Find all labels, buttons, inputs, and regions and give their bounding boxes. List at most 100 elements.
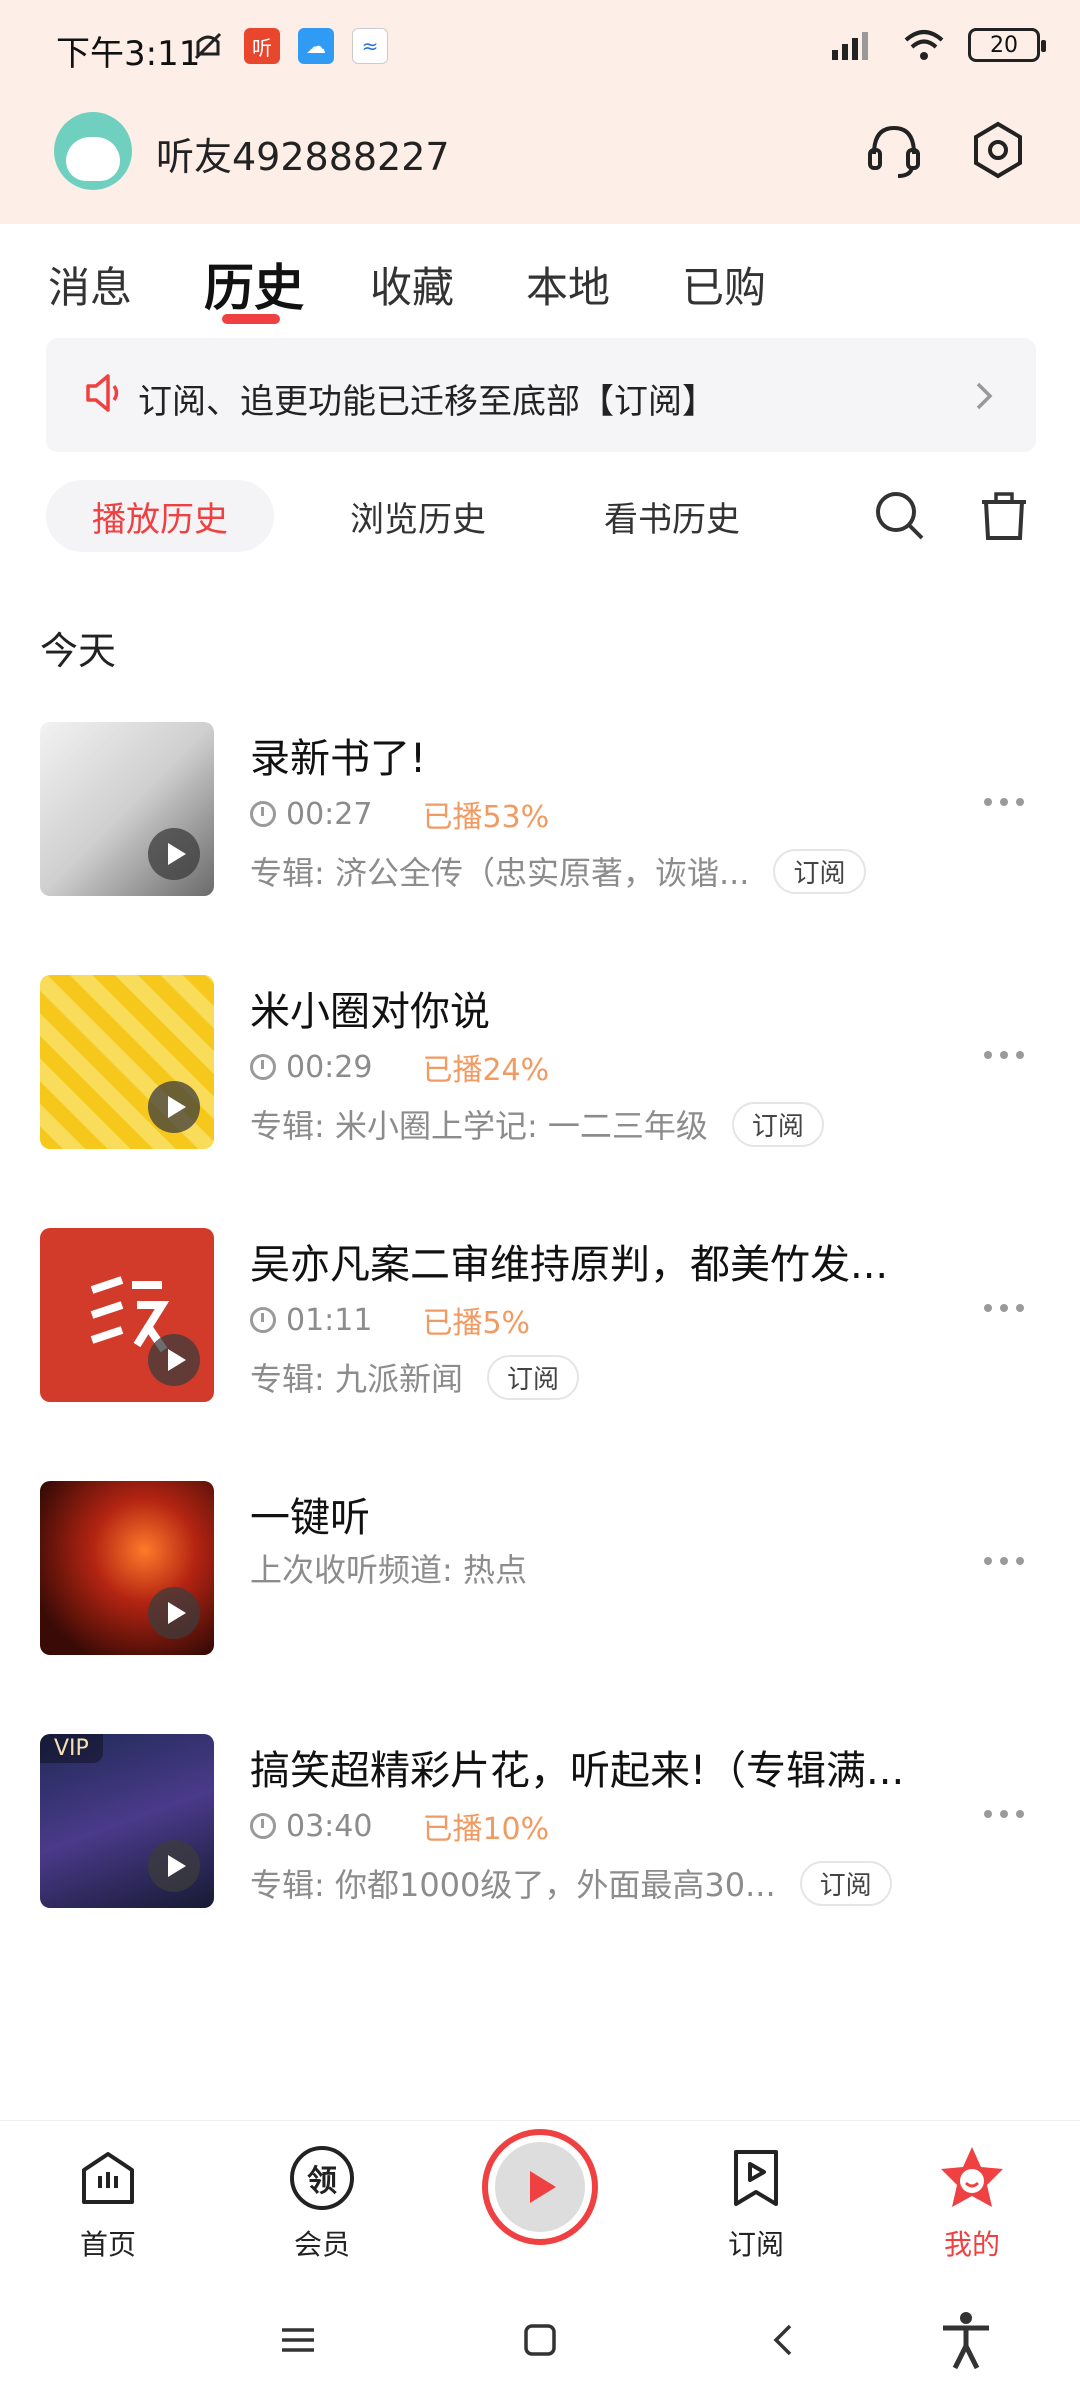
back-icon[interactable] (754, 2310, 814, 2370)
filter-book-history[interactable]: 看书历史 (558, 480, 786, 552)
item-album-name: 专辑: 济公全传（忠实原著，诙谐... (250, 854, 750, 892)
item-progress: 已播10% (422, 1812, 550, 1847)
system-navigation (0, 2280, 1080, 2400)
item-title: 录新书了! (250, 736, 427, 782)
main-tabs: 消息 历史 收藏 本地 已购 (0, 224, 1080, 334)
tab-messages[interactable]: 消息 (48, 254, 132, 315)
play-icon[interactable] (148, 1081, 200, 1133)
username[interactable]: 听友492888227 (156, 126, 450, 181)
item-meta: 00:27 已播53% (250, 792, 549, 836)
profile-header: 听友492888227 (0, 100, 1080, 224)
tab-purchased[interactable]: 已购 (682, 254, 766, 315)
home-button-icon[interactable] (510, 2310, 570, 2370)
subscribe-button[interactable]: 订阅 (799, 1860, 892, 1906)
wifi-icon (904, 30, 944, 60)
album-cover (40, 1228, 214, 1402)
list-item[interactable]: 吴亦凡案二审维持原判，都美竹发... 01:11 已播5% 专辑: 九派新闻 订… (0, 1228, 1080, 1404)
more-icon[interactable] (984, 1810, 1024, 1818)
mute-icon (194, 32, 222, 60)
home-icon (73, 2143, 143, 2213)
more-icon[interactable] (984, 1304, 1024, 1312)
clock-icon (250, 1054, 276, 1080)
trash-icon[interactable] (976, 488, 1032, 544)
mine-icon (937, 2143, 1007, 2213)
album-cover (40, 975, 214, 1149)
list-item[interactable]: 米小圈对你说 00:29 已播24% 专辑: 米小圈上学记: 一二三年级 订阅 (0, 975, 1080, 1151)
play-icon[interactable] (148, 828, 200, 880)
nav-subscribe[interactable]: 订阅 (696, 2143, 816, 2263)
album-cover (40, 1481, 214, 1655)
active-tab-indicator (222, 314, 280, 324)
menu-icon[interactable] (268, 2310, 328, 2370)
section-title-today: 今天 (40, 629, 117, 673)
vip-coupon-icon: 领 (287, 2143, 357, 2213)
tab-history[interactable]: 历史 (204, 248, 304, 320)
tab-favorites[interactable]: 收藏 (370, 254, 454, 315)
subscribe-button[interactable]: 订阅 (773, 848, 866, 894)
item-last-channel: 上次收听频道: 热点 (250, 1551, 527, 1589)
nav-mine[interactable]: 我的 (912, 2143, 1032, 2263)
nav-home-label: 首页 (79, 2228, 136, 2261)
nav-mine-label: 我的 (943, 2228, 1000, 2261)
item-duration: 00:29 (286, 1049, 373, 1085)
item-meta: 03:40 已播10% (250, 1804, 549, 1848)
play-icon[interactable] (148, 1334, 200, 1386)
play-icon[interactable] (148, 1840, 200, 1892)
vip-badge: VIP (40, 1734, 103, 1763)
avatar[interactable] (54, 112, 132, 190)
list-item[interactable]: VIP 搞笑超精彩片花，听起来!（专辑满... 03:40 已播10% 专辑: … (0, 1734, 1080, 1910)
subscribe-button[interactable]: 订阅 (486, 1354, 579, 1400)
notice-banner[interactable]: 订阅、追更功能已迁移至底部【订阅】 (46, 338, 1036, 452)
app-notification-icon-2: ≈ (352, 28, 388, 64)
play-icon (530, 2171, 556, 2203)
now-playing-button[interactable] (482, 2129, 598, 2245)
app-notification-icon: 听 (244, 28, 280, 64)
nav-vip[interactable]: 领 会员 (262, 2143, 382, 2263)
clock-icon (250, 1307, 276, 1333)
filter-play-history[interactable]: 播放历史 (46, 480, 274, 552)
item-duration: 00:27 (286, 796, 373, 832)
signal-icon (832, 32, 868, 60)
subscribe-button[interactable]: 订阅 (731, 1101, 824, 1147)
bottom-navigation: 首页 领 会员 订阅 我的 (0, 2120, 1080, 2270)
nav-vip-label: 会员 (293, 2228, 350, 2261)
status-right: 20 (826, 28, 1046, 62)
settings-icon[interactable] (962, 114, 1034, 186)
clock-icon (250, 1813, 276, 1839)
more-icon[interactable] (984, 1051, 1024, 1059)
item-album: 专辑: 你都1000级了，外面最高30... 订阅 (250, 1860, 892, 1906)
item-title: 搞笑超精彩片花，听起来!（专辑满... (250, 1748, 905, 1794)
item-progress: 已播24% (422, 1053, 550, 1088)
nav-home[interactable]: 首页 (48, 2143, 168, 2263)
clock-icon (250, 801, 276, 827)
item-meta: 上次收听频道: 热点 (250, 1545, 527, 1591)
item-progress: 已播5% (422, 1306, 531, 1341)
item-album: 专辑: 九派新闻 订阅 (250, 1354, 579, 1400)
nav-subscribe-label: 订阅 (727, 2228, 784, 2261)
status-notification-icons: 听 ☁ ≈ (190, 28, 388, 64)
tab-local[interactable]: 本地 (526, 254, 610, 315)
more-icon[interactable] (984, 798, 1024, 806)
item-album: 专辑: 济公全传（忠实原著，诙谐... 订阅 (250, 848, 866, 894)
item-duration: 01:11 (286, 1302, 373, 1338)
history-filter: 播放历史 浏览历史 看书历史 (0, 480, 1080, 554)
headset-icon[interactable] (858, 114, 930, 186)
bookmark-play-icon (721, 2143, 791, 2213)
list-item[interactable]: 录新书了! 00:27 已播53% 专辑: 济公全传（忠实原著，诙谐... 订阅 (0, 722, 1080, 898)
notice-text: 订阅、追更功能已迁移至底部【订阅】 (138, 382, 716, 422)
filter-browse-history[interactable]: 浏览历史 (304, 480, 532, 552)
accessibility-icon[interactable] (936, 2310, 996, 2370)
album-cover: VIP (40, 1734, 214, 1908)
item-title: 米小圈对你说 (250, 989, 490, 1035)
play-icon[interactable] (148, 1587, 200, 1639)
cloud-icon: ☁ (298, 28, 334, 64)
item-title: 一键听 (250, 1495, 370, 1541)
status-bar: 下午3:11 听 ☁ ≈ 20 (0, 0, 1080, 100)
item-meta: 00:29 已播24% (250, 1045, 549, 1089)
battery-indicator: 20 (968, 28, 1046, 62)
status-time: 下午3:11 (56, 34, 201, 74)
list-item[interactable]: 一键听 上次收听频道: 热点 (0, 1481, 1080, 1657)
item-title: 吴亦凡案二审维持原判，都美竹发... (250, 1242, 889, 1288)
search-icon[interactable] (872, 488, 928, 544)
more-icon[interactable] (984, 1557, 1024, 1565)
